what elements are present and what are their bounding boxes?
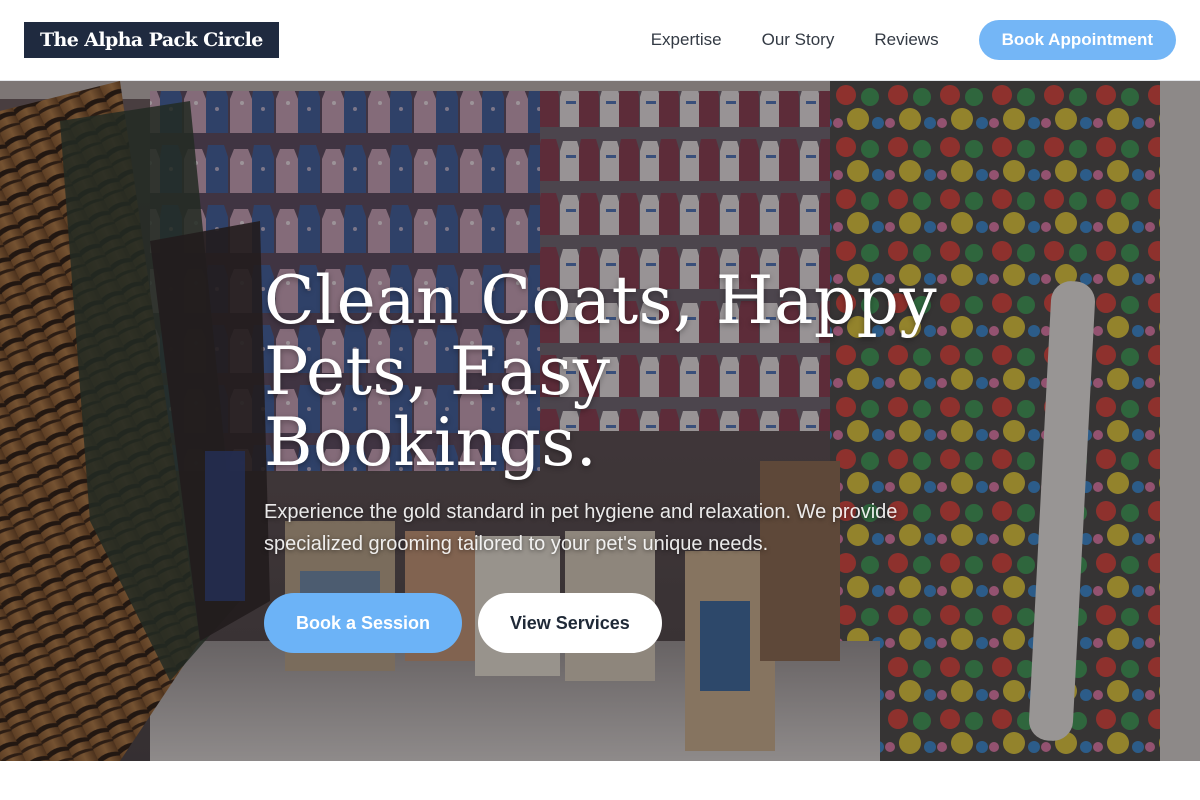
brand-logo[interactable]: The Alpha Pack Circle [24,22,279,58]
nav-link-reviews[interactable]: Reviews [874,30,938,50]
hero-subtitle: Experience the gold standard in pet hygi… [264,501,898,555]
hero-section: Clean Coats, Happy Pets, Easy Bookings. … [0,81,1200,761]
nav-link-our-story[interactable]: Our Story [762,30,835,50]
book-session-button[interactable]: Book a Session [264,593,463,653]
view-services-button[interactable]: View Services [478,593,662,653]
hero-content: Clean Coats, Happy Pets, Easy Bookings. … [264,265,964,653]
hero-title: Clean Coats, Happy Pets, Easy Bookings. [264,265,964,478]
book-appointment-button[interactable]: Book Appointment [978,20,1176,60]
hero-title-line-2: Pets, Easy Bookings. [264,333,611,481]
nav-link-expertise[interactable]: Expertise [651,30,722,50]
main-nav: Expertise Our Story Reviews Book Appoint… [651,20,1176,60]
site-header: The Alpha Pack Circle Expertise Our Stor… [0,0,1200,81]
below-hero-section [0,761,1200,800]
hero-title-line-1: Clean Coats, Happy [264,262,938,339]
hero-cta-row: Book a Session View Services [264,593,964,653]
